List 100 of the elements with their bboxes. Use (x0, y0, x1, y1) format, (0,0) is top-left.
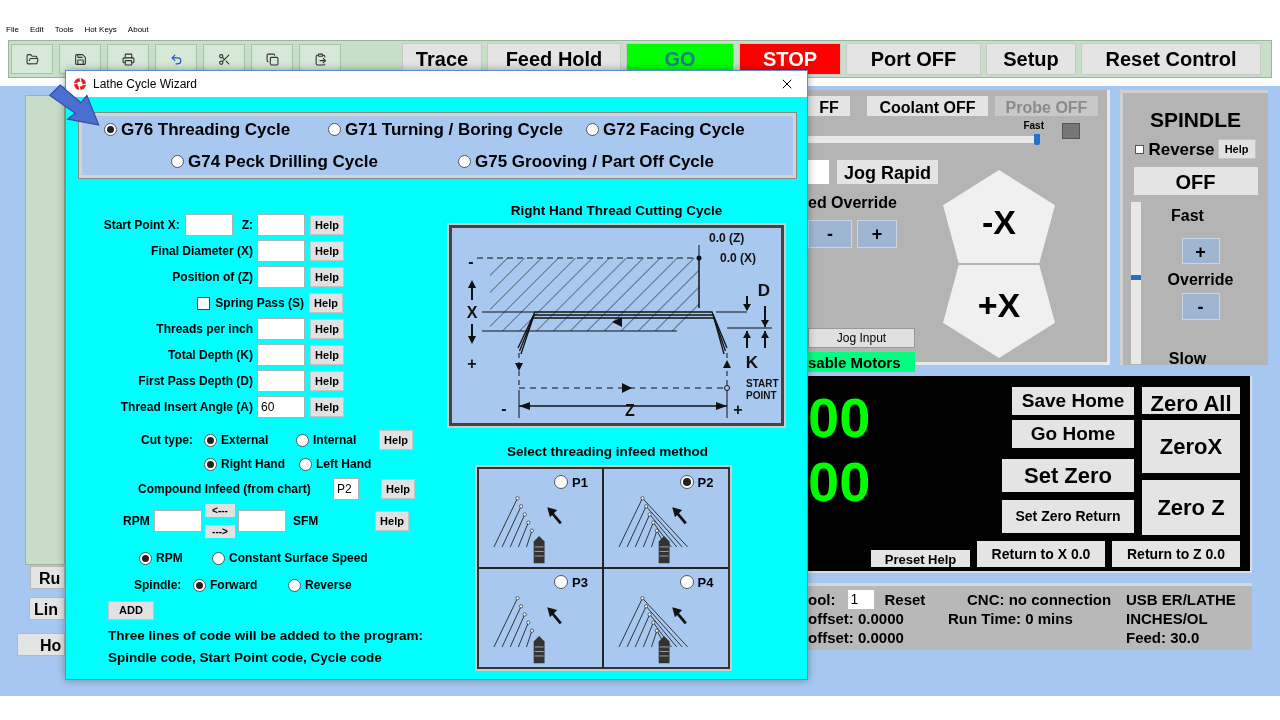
menu-item[interactable]: Tools (54, 24, 74, 36)
indicator-button[interactable] (1062, 123, 1080, 139)
input-field[interactable] (257, 370, 305, 392)
input-field[interactable] (808, 160, 829, 184)
radio-button[interactable]: Right Hand (204, 455, 299, 473)
z-offset-text: offset: 0.0000 (808, 609, 905, 628)
jog-input-button[interactable]: Jog Input (808, 328, 915, 348)
help-button[interactable]: Help (310, 319, 344, 339)
radio-button[interactable]: External (204, 431, 296, 449)
help-button[interactable]: Help (310, 397, 344, 417)
help-button[interactable]: Help (379, 430, 413, 450)
slider-track[interactable] (808, 136, 1040, 143)
input-field[interactable] (154, 510, 202, 532)
convert-button[interactable]: ---> (205, 525, 235, 538)
zero-axis-button[interactable]: Zero Z (1142, 480, 1240, 535)
radio-button[interactable]: Constant Surface Speed (212, 549, 368, 567)
radio-button[interactable]: P2 (679, 472, 714, 492)
help-button[interactable]: Help (310, 267, 344, 287)
input-field[interactable] (257, 240, 305, 262)
help-button[interactable]: Help (310, 371, 344, 391)
input-field[interactable] (257, 318, 305, 340)
radio-button[interactable]: G74 Peck Drilling Cycle (171, 149, 458, 175)
help-button[interactable]: Help (1217, 139, 1256, 160)
slider-thumb[interactable] (1034, 134, 1040, 145)
side-button[interactable]: Ru (30, 566, 65, 589)
zero-button[interactable]: Set Zero (1002, 459, 1134, 492)
help-button[interactable]: Help (381, 479, 415, 499)
checkbox[interactable]: Reverse (1135, 136, 1215, 162)
help-button[interactable]: Help (375, 511, 409, 531)
reset-button[interactable]: Reset (884, 590, 926, 609)
input-field[interactable] (257, 266, 305, 288)
increase-button[interactable]: + (1181, 238, 1220, 264)
toolbar-button[interactable] (11, 44, 53, 74)
radio-button[interactable]: G76 Threading Cycle (104, 116, 328, 142)
diagram-label: Z (625, 402, 635, 420)
help-button[interactable]: Help (310, 241, 344, 261)
checkbox[interactable]: Spring Pass (S) (101, 294, 304, 312)
radio-button[interactable]: G72 Facing Cycle (586, 116, 745, 142)
radio-button[interactable]: Internal (296, 431, 379, 449)
toggle-button[interactable]: Coolant OFF (867, 96, 988, 116)
override-button[interactable]: - (808, 220, 852, 248)
return-button[interactable]: Preset Help (871, 550, 970, 567)
cut-type-label: Cut type: (141, 432, 194, 449)
input-field[interactable]: 60 (257, 396, 305, 418)
return-button[interactable]: Return to Z 0.0 (1112, 541, 1240, 567)
return-button[interactable]: Return to X 0.0 (977, 541, 1105, 567)
add-button[interactable]: ADD (108, 601, 154, 620)
radio-button[interactable]: G75 Grooving / Part Off Cycle (458, 149, 714, 175)
field-label: Thread Insert Angle (A) (120, 399, 253, 416)
radio-button[interactable]: Forward (193, 576, 288, 594)
decrease-button[interactable]: - (1181, 293, 1220, 320)
input-field[interactable] (238, 510, 286, 532)
zero-axis-button[interactable]: Zero All (1142, 387, 1240, 414)
radio-button[interactable]: Reverse (288, 576, 352, 594)
jog-button[interactable]: +X (943, 265, 1055, 358)
speed-label: Fast (1023, 119, 1044, 133)
slider-track[interactable] (1130, 202, 1141, 364)
motors-button[interactable]: sable Motors (808, 352, 915, 372)
convert-button[interactable]: <--- (205, 504, 235, 517)
radio-button[interactable]: G71 Turning / Boring Cycle (328, 116, 586, 142)
side-button[interactable]: Lin (29, 597, 65, 620)
jog-button[interactable]: -X (943, 170, 1055, 263)
radio-button[interactable]: Left Hand (299, 455, 372, 473)
units-text: INCHES/OL (1126, 609, 1209, 628)
help-button[interactable]: Help (310, 345, 344, 365)
input-field[interactable] (184, 214, 233, 236)
side-button[interactable]: Ho (17, 633, 65, 656)
menu-item[interactable]: Hot Keys (84, 24, 117, 36)
menu-item[interactable]: Edit (29, 24, 44, 36)
menu-item[interactable]: About (127, 24, 149, 36)
scissors-icon (217, 52, 231, 66)
input-field[interactable]: P2 (333, 478, 359, 500)
override-label: ed Override (808, 193, 898, 213)
override-button[interactable]: + (857, 220, 897, 248)
zero-axis-button[interactable]: ZeroX (1142, 420, 1240, 473)
sfm-label: SFM (293, 513, 320, 530)
toolbar-button[interactable]: Reset Control (1081, 43, 1261, 75)
home-button[interactable]: Save Home (1012, 387, 1134, 415)
help-button[interactable]: Help (310, 215, 344, 235)
toolbar-button[interactable]: Port OFF (846, 43, 981, 75)
input-field[interactable] (257, 214, 305, 236)
diagram-label: + (733, 401, 743, 419)
radio-button[interactable]: P4 (679, 572, 714, 592)
radio-button[interactable]: RPM (139, 549, 212, 567)
radio-button[interactable]: P3 (554, 572, 588, 592)
slider-thumb[interactable] (1130, 274, 1141, 280)
home-button[interactable]: Go Home (1012, 420, 1134, 448)
tool-field[interactable]: 1 (847, 590, 874, 609)
input-field[interactable] (257, 344, 305, 366)
toolbar-button[interactable]: STOP (739, 43, 841, 75)
field-label: Total Depth (K) (167, 347, 253, 364)
toolbar-button[interactable]: Setup (986, 43, 1076, 75)
jog-rapid-button[interactable]: Jog Rapid (836, 160, 938, 184)
help-button[interactable]: Help (309, 293, 343, 313)
spindle-state-button[interactable]: OFF (1133, 167, 1258, 195)
zero-button[interactable]: Set Zero Return (1002, 500, 1134, 533)
toggle-button[interactable]: FF (808, 96, 850, 116)
infeed-title: Select threading infeed method (507, 443, 708, 462)
radio-button[interactable]: P1 (554, 472, 588, 492)
menu-item[interactable]: File (6, 24, 19, 36)
